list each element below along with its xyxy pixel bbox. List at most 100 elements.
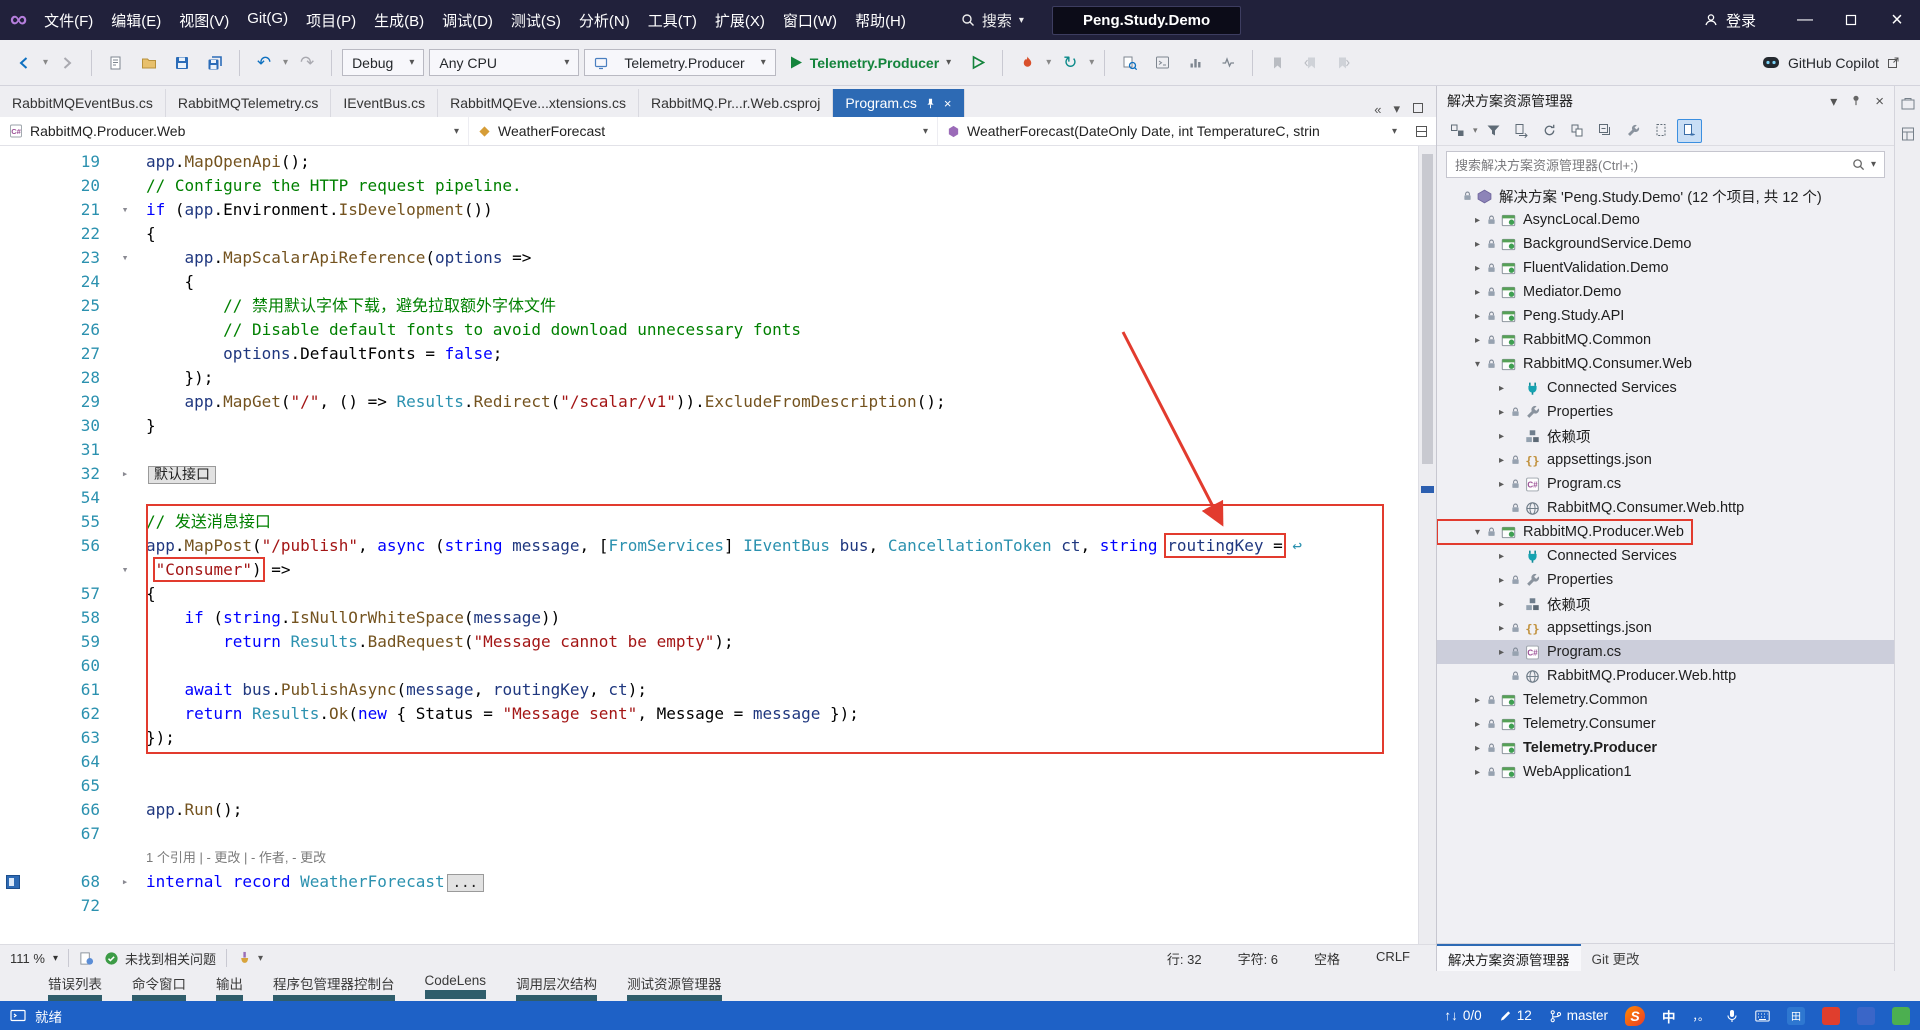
panel-tab[interactable]: Git 更改 bbox=[1581, 944, 1651, 971]
preview-selected-items-icon[interactable] bbox=[1676, 118, 1702, 143]
breakpoint-margin[interactable] bbox=[0, 774, 26, 798]
fold-toggle[interactable]: ▾ bbox=[112, 198, 138, 222]
tree-item[interactable]: ▸ Program.cs bbox=[1437, 640, 1894, 664]
fold-toggle[interactable]: ▾ bbox=[112, 558, 138, 582]
pending-edits-button[interactable]: 12 bbox=[1499, 1008, 1532, 1023]
tree-item[interactable]: ▸ RabbitMQ.Common bbox=[1437, 328, 1894, 352]
tree-item[interactable]: ▸ Mediator.Demo bbox=[1437, 280, 1894, 304]
diagnostics-button[interactable] bbox=[1214, 49, 1242, 77]
new-project-button[interactable] bbox=[102, 49, 130, 77]
close-button[interactable]: × bbox=[1874, 0, 1920, 40]
split-editor-icon[interactable] bbox=[1406, 117, 1436, 145]
tree-expand-icon[interactable]: ▸ bbox=[1493, 647, 1510, 658]
breakpoint-margin[interactable] bbox=[0, 534, 26, 558]
tree-item[interactable]: ▸ Telemetry.Producer bbox=[1437, 736, 1894, 760]
breakpoint-margin[interactable] bbox=[0, 870, 26, 894]
close-panel-icon[interactable]: × bbox=[1875, 93, 1884, 110]
show-all-files-icon[interactable] bbox=[1649, 119, 1674, 143]
fold-toggle[interactable]: ▾ bbox=[112, 246, 138, 270]
menu-item[interactable]: 项目(P) bbox=[297, 5, 365, 36]
scroll-tabs-left-icon[interactable]: « bbox=[1374, 102, 1381, 117]
document-tab[interactable]: RabbitMQTelemetry.cs bbox=[165, 89, 332, 117]
performance-profiler-button[interactable] bbox=[1181, 49, 1209, 77]
breakpoint-margin[interactable] bbox=[0, 246, 26, 270]
bottom-panel-tab[interactable]: 命令窗口 bbox=[132, 973, 186, 1004]
menu-item[interactable]: 生成(B) bbox=[365, 5, 433, 36]
bottom-panel-tab[interactable]: 测试资源管理器 bbox=[627, 973, 722, 1004]
undo-button[interactable]: ↶ bbox=[250, 49, 278, 77]
solution-search-input[interactable]: 搜索解决方案资源管理器(Ctrl+;) ▾ bbox=[1446, 151, 1885, 178]
document-health-icon[interactable] bbox=[79, 951, 94, 966]
breakpoint-margin[interactable] bbox=[0, 678, 26, 702]
editor-scrollbar[interactable] bbox=[1418, 146, 1436, 944]
tree-expand-icon[interactable]: ▸ bbox=[1493, 599, 1510, 610]
project-dropdown[interactable]: RabbitMQ.Producer.Web ▾ bbox=[0, 117, 469, 145]
tree-expand-icon[interactable]: ▾ bbox=[1469, 359, 1486, 370]
ime-mode-indicator[interactable]: 中 bbox=[1662, 1006, 1676, 1026]
tray-green-app-icon[interactable] bbox=[1892, 1006, 1910, 1025]
tree-item[interactable]: ▸ 依赖项 bbox=[1437, 592, 1894, 616]
tree-item[interactable]: ▸ appsettings.json bbox=[1437, 616, 1894, 640]
tree-item[interactable]: ▸ Telemetry.Common bbox=[1437, 688, 1894, 712]
quick-search-dropdown[interactable]: 搜索 ▾ bbox=[961, 10, 1024, 31]
properties-vertical-tab-icon[interactable] bbox=[1900, 126, 1916, 142]
solution-platforms-dropdown[interactable]: Any CPU ▾ bbox=[429, 49, 580, 76]
breakpoint-margin[interactable] bbox=[0, 582, 26, 606]
tree-item[interactable]: ▸ appsettings.json bbox=[1437, 448, 1894, 472]
document-tab[interactable]: RabbitMQEve...xtensions.cs bbox=[438, 89, 639, 117]
tree-item[interactable]: ▸ Connected Services bbox=[1437, 544, 1894, 568]
search-options-caret[interactable]: ▾ bbox=[1871, 159, 1876, 170]
start-without-debugging-button[interactable] bbox=[964, 49, 992, 77]
type-dropdown[interactable]: WeatherForecast ▾ bbox=[469, 117, 938, 145]
tree-item[interactable]: ▸ Connected Services bbox=[1437, 376, 1894, 400]
tree-expand-icon[interactable]: ▸ bbox=[1493, 479, 1510, 490]
breakpoint-margin[interactable] bbox=[0, 390, 26, 414]
navigate-forward-button[interactable] bbox=[53, 49, 81, 77]
fold-toggle[interactable]: ▸ bbox=[112, 462, 138, 486]
tree-expand-icon[interactable]: ▾ bbox=[1469, 527, 1486, 538]
breakpoint-margin[interactable] bbox=[0, 510, 26, 534]
breakpoint-margin[interactable] bbox=[0, 486, 26, 510]
command-window-button[interactable] bbox=[1148, 49, 1176, 77]
close-tab-icon[interactable]: × bbox=[944, 96, 952, 111]
tree-expand-icon[interactable]: ▸ bbox=[1493, 575, 1510, 586]
breakpoint-margin[interactable] bbox=[0, 822, 26, 846]
breakpoint-margin[interactable] bbox=[0, 558, 26, 582]
bookmark-toggle-button[interactable] bbox=[1263, 49, 1291, 77]
bookmark-previous-button[interactable] bbox=[1296, 49, 1324, 77]
scrollbar-thumb[interactable] bbox=[1422, 154, 1433, 464]
hot-reload-caret[interactable]: ▾ bbox=[1046, 57, 1051, 68]
collapse-all-icon[interactable] bbox=[1593, 119, 1618, 143]
menu-item[interactable]: 窗口(W) bbox=[774, 5, 846, 36]
tree-expand-icon[interactable]: ▸ bbox=[1493, 455, 1510, 466]
keyboard-icon[interactable] bbox=[1755, 1010, 1770, 1022]
indentation-indicator[interactable]: 空格 bbox=[1314, 949, 1340, 968]
find-in-files-button[interactable] bbox=[1115, 49, 1143, 77]
tree-item[interactable]: ▸ Properties bbox=[1437, 568, 1894, 592]
menu-item[interactable]: 工具(T) bbox=[639, 5, 706, 36]
breakpoint-margin[interactable] bbox=[0, 726, 26, 750]
bottom-panel-tab[interactable]: 调用层次结构 bbox=[516, 973, 598, 1004]
menu-item[interactable]: 编辑(E) bbox=[102, 5, 170, 36]
bottom-panel-tab[interactable]: 错误列表 bbox=[48, 973, 102, 1004]
fold-toggle[interactable]: ▸ bbox=[112, 870, 138, 894]
breakpoint-margin[interactable] bbox=[0, 630, 26, 654]
git-sync-button[interactable]: ↑↓ 0/0 bbox=[1444, 1008, 1481, 1023]
tree-item[interactable]: RabbitMQ.Consumer.Web.http bbox=[1437, 496, 1894, 520]
tree-expand-icon[interactable]: ▸ bbox=[1469, 743, 1486, 754]
breakpoint-margin[interactable] bbox=[0, 654, 26, 678]
panel-tab[interactable]: 解决方案资源管理器 bbox=[1437, 944, 1581, 971]
document-tab[interactable]: IEventBus.cs bbox=[331, 89, 439, 117]
undo-caret[interactable]: ▾ bbox=[283, 57, 288, 68]
tree-item[interactable]: ▸ BackgroundService.Demo bbox=[1437, 232, 1894, 256]
menu-item[interactable]: 帮助(H) bbox=[846, 5, 915, 36]
issues-indicator[interactable]: 未找到相关问题 bbox=[104, 949, 216, 968]
pending-changes-filter-icon[interactable] bbox=[1481, 119, 1506, 143]
github-copilot-button[interactable]: GitHub Copilot bbox=[1752, 48, 1910, 78]
hot-reload-button[interactable] bbox=[1013, 49, 1041, 77]
solution-name-badge[interactable]: Peng.Study.Demo bbox=[1051, 5, 1242, 35]
switch-views-icon[interactable] bbox=[1445, 119, 1470, 143]
tree-expand-icon[interactable]: ▸ bbox=[1493, 551, 1510, 562]
save-button[interactable] bbox=[168, 49, 196, 77]
start-debugging-button[interactable]: Telemetry.Producer ▾ bbox=[781, 49, 959, 77]
